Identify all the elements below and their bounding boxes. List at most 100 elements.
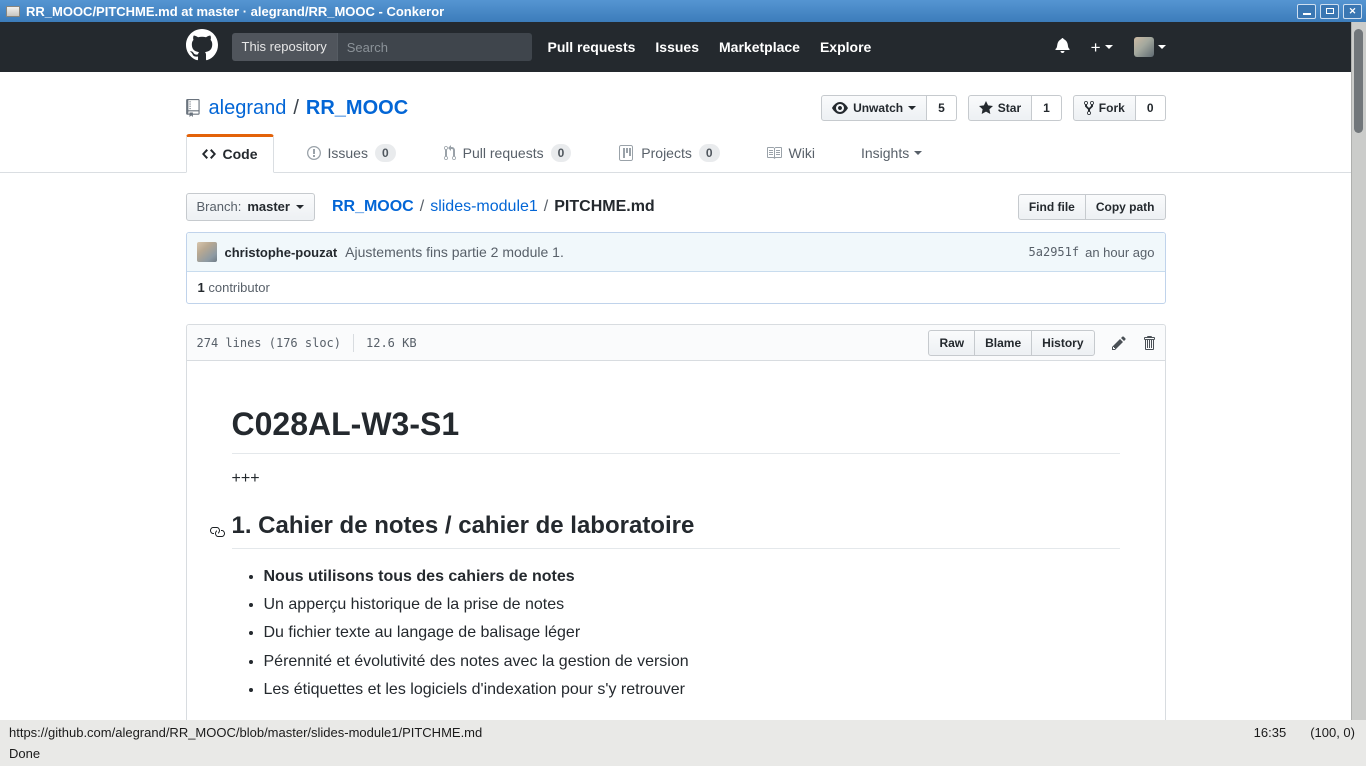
- github-logo-icon[interactable]: [186, 29, 218, 66]
- breadcrumb-separator: /: [544, 198, 548, 216]
- blame-button[interactable]: Blame: [974, 330, 1032, 356]
- file-info-divider: [353, 334, 354, 352]
- file-header: 274 lines (176 sloc) 12.6 KB Raw Blame H…: [187, 325, 1165, 361]
- unwatch-button[interactable]: Unwatch: [821, 95, 927, 121]
- star-icon: [979, 100, 993, 116]
- close-button[interactable]: ✕: [1343, 4, 1362, 19]
- commit-meta: 5a2951f an hour ago: [1029, 245, 1155, 260]
- fork-button[interactable]: Fork: [1073, 95, 1136, 121]
- scroll-position: (100, 0): [1310, 725, 1355, 740]
- eye-icon: [832, 100, 848, 116]
- tab-insights-label: Insights: [861, 145, 909, 161]
- commit-tease: christophe-pouzat Ajustements fins parti…: [186, 232, 1166, 304]
- breadcrumb-dir-link[interactable]: slides-module1: [430, 198, 538, 216]
- commit-sha-link[interactable]: 5a2951f: [1029, 245, 1080, 259]
- notifications-bell-icon[interactable]: [1055, 37, 1070, 58]
- unwatch-label: Unwatch: [853, 100, 903, 116]
- tab-code-label: Code: [223, 146, 258, 162]
- branch-label: Branch:: [197, 199, 242, 215]
- fork-group: Fork 0: [1073, 95, 1166, 121]
- repo-icon: [186, 99, 202, 117]
- list-item: Nous utilisons tous des cahiers de notes: [264, 565, 1120, 588]
- repo-tabs: Code Issues 0 Pull requests 0 Projects 0…: [186, 134, 1166, 172]
- fork-label: Fork: [1099, 100, 1125, 116]
- contributors-row[interactable]: 1 contributor: [187, 271, 1165, 303]
- stars-count[interactable]: 1: [1032, 95, 1062, 121]
- window-controls: ✕: [1297, 4, 1362, 19]
- projects-counter: 0: [699, 144, 720, 162]
- nav-pull-requests[interactable]: Pull requests: [548, 39, 636, 55]
- edit-file-button[interactable]: [1112, 335, 1126, 351]
- star-button[interactable]: Star: [968, 95, 1032, 121]
- close-icon: ✕: [1349, 7, 1357, 16]
- nav-explore[interactable]: Explore: [820, 39, 871, 55]
- watch-group: Unwatch 5: [821, 95, 957, 121]
- pull-requests-counter: 0: [551, 144, 572, 162]
- create-new-menu[interactable]: +: [1091, 39, 1113, 56]
- search-input[interactable]: [338, 40, 532, 55]
- watchers-count[interactable]: 5: [927, 95, 957, 121]
- history-button[interactable]: History: [1031, 330, 1094, 356]
- header-nav: Pull requests Issues Marketplace Explore: [548, 39, 872, 55]
- commit-time: an hour ago: [1085, 245, 1154, 260]
- caret-down-icon: [914, 151, 922, 155]
- markdown-h2-text: 1. Cahier de notes / cahier de laboratoi…: [232, 512, 695, 539]
- tab-pull-requests[interactable]: Pull requests 0: [429, 134, 587, 172]
- user-menu[interactable]: [1134, 37, 1166, 57]
- vertical-scrollbar[interactable]: [1351, 22, 1366, 720]
- commit-author-link[interactable]: christophe-pouzat: [225, 245, 338, 260]
- breadcrumb: RR_MOOC / slides-module1 / PITCHME.md: [332, 198, 655, 216]
- repo-title-separator: /: [293, 97, 299, 120]
- commit-author-avatar[interactable]: [197, 242, 217, 262]
- nav-issues[interactable]: Issues: [655, 39, 699, 55]
- current-url: https://github.com/alegrand/RR_MOOC/blob…: [9, 725, 482, 740]
- clock: 16:35: [1254, 725, 1287, 740]
- header-search[interactable]: This repository: [232, 33, 532, 61]
- find-file-button[interactable]: Find file: [1018, 194, 1086, 220]
- breadcrumb-repo-link[interactable]: RR_MOOC: [332, 198, 414, 216]
- window-icon: [6, 6, 20, 17]
- issue-icon: [307, 145, 321, 161]
- pencil-icon: [1112, 335, 1126, 351]
- tab-wiki[interactable]: Wiki: [751, 134, 830, 172]
- repo-name-link[interactable]: RR_MOOC: [306, 97, 408, 120]
- delete-file-button[interactable]: [1143, 335, 1155, 351]
- caret-down-icon: [1105, 45, 1113, 49]
- file-view-buttons: Raw Blame History: [928, 330, 1094, 356]
- fork-icon: [1084, 100, 1094, 116]
- status-bar: https://github.com/alegrand/RR_MOOC/blob…: [0, 720, 1366, 766]
- pull-request-icon: [444, 145, 456, 161]
- scrollbar-thumb[interactable]: [1354, 29, 1363, 133]
- repo-pagehead: alegrand / RR_MOOC Unwatch 5 Star: [0, 72, 1351, 173]
- copy-path-button[interactable]: Copy path: [1085, 194, 1166, 220]
- minimize-button[interactable]: [1297, 4, 1316, 19]
- file-actions: Raw Blame History: [928, 330, 1154, 356]
- caret-down-icon: [1158, 45, 1166, 49]
- tab-insights[interactable]: Insights: [846, 134, 937, 172]
- list-item: Pérennité et évolutivité des notes avec …: [264, 650, 1120, 673]
- raw-button[interactable]: Raw: [928, 330, 975, 356]
- tab-projects[interactable]: Projects 0: [604, 134, 734, 172]
- maximize-icon: [1326, 8, 1334, 14]
- tab-issues[interactable]: Issues 0: [292, 134, 411, 172]
- anchor-link-icon[interactable]: [209, 519, 225, 547]
- markdown-bullet-list: Nous utilisons tous des cahiers de notes…: [232, 565, 1120, 701]
- tab-code[interactable]: Code: [186, 134, 274, 173]
- branch-selector-button[interactable]: Branch: master: [186, 193, 315, 221]
- file-nav-buttons: Find file Copy path: [1018, 194, 1166, 220]
- markdown-h2: 1. Cahier de notes / cahier de laboratoi…: [232, 512, 1120, 549]
- latest-commit: christophe-pouzat Ajustements fins parti…: [187, 233, 1165, 271]
- commit-message-link[interactable]: Ajustements fins partie 2 module 1.: [345, 244, 564, 260]
- maximize-button[interactable]: [1320, 4, 1339, 19]
- file-info: 274 lines (176 sloc) 12.6 KB: [197, 334, 417, 352]
- repo-owner-link[interactable]: alegrand: [209, 97, 287, 120]
- minimize-icon: [1303, 13, 1311, 15]
- forks-count[interactable]: 0: [1136, 95, 1166, 121]
- search-scope-label: This repository: [232, 33, 338, 61]
- code-icon: [202, 146, 216, 162]
- list-item: Du fichier texte au langage de balisage …: [264, 621, 1120, 644]
- nav-marketplace[interactable]: Marketplace: [719, 39, 800, 55]
- contributors-count: 1: [198, 280, 205, 295]
- status-message: Done: [9, 746, 40, 761]
- repo-actions: Unwatch 5 Star 1 Fork: [821, 95, 1165, 121]
